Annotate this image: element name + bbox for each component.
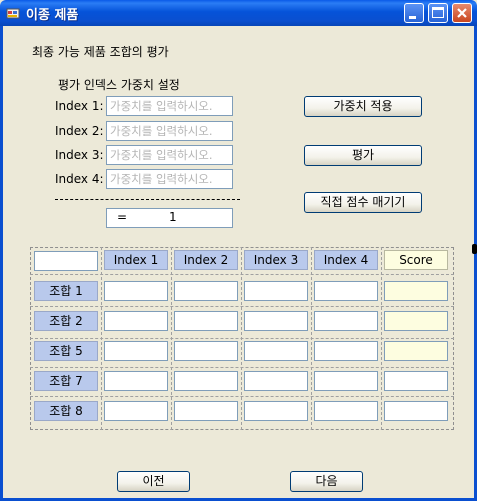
close-button[interactable]: [452, 3, 472, 23]
table-cell[interactable]: [104, 401, 168, 421]
close-icon: [457, 8, 467, 18]
table-cell[interactable]: [314, 341, 378, 361]
header-index-1: Index 1: [104, 250, 168, 270]
next-button[interactable]: 다음: [290, 471, 363, 492]
table-cell[interactable]: [104, 281, 168, 301]
table-cell[interactable]: [244, 371, 308, 391]
row-label-combo-8: 조합 8: [34, 401, 98, 421]
row-label-combo-7: 조합 7: [34, 371, 98, 391]
weight-section-title: 평가 인덱스 가중치 설정: [58, 78, 180, 92]
table-cell[interactable]: [104, 341, 168, 361]
index-4-label: Index 4:: [55, 172, 104, 186]
index-2-weight-input[interactable]: 가중치를 입력하시오.: [106, 121, 233, 141]
minimize-icon: [409, 16, 416, 19]
table-row-divider: [30, 274, 454, 275]
table-row-divider: [30, 367, 454, 368]
apply-weights-button[interactable]: 가중치 적용: [304, 96, 422, 117]
table-cell[interactable]: [174, 281, 238, 301]
window: 이종 제품 최종 가능 제품 조합의 평가 평가 인덱스 가중치 설정 Inde…: [0, 0, 477, 501]
score-cell[interactable]: [384, 281, 448, 301]
table-cell[interactable]: [104, 311, 168, 331]
weight-sum-field: = 1: [106, 208, 233, 228]
prev-button[interactable]: 이전: [117, 471, 190, 492]
table-cell[interactable]: [314, 311, 378, 331]
window-title: 이종 제품: [26, 8, 79, 23]
app-icon: [6, 8, 20, 19]
score-cell[interactable]: [384, 311, 448, 331]
maximize-button[interactable]: [428, 3, 448, 23]
table-cell[interactable]: [244, 311, 308, 331]
score-cell[interactable]: [384, 401, 448, 421]
table-col-divider: [171, 247, 172, 430]
table-cell[interactable]: [174, 311, 238, 331]
table-col-divider: [101, 247, 102, 430]
sum-value: 1: [169, 210, 177, 224]
table-col-divider: [381, 247, 382, 430]
header-index-4: Index 4: [314, 250, 378, 270]
maximize-icon: [432, 7, 444, 18]
index-1-label: Index 1:: [55, 99, 104, 113]
evaluate-button[interactable]: 평가: [304, 145, 422, 166]
resize-grip[interactable]: [472, 244, 477, 254]
table-row-divider: [30, 338, 454, 339]
table-cell[interactable]: [244, 281, 308, 301]
header-index-3: Index 3: [244, 250, 308, 270]
index-2-label: Index 2:: [55, 124, 104, 138]
score-cell[interactable]: [384, 341, 448, 361]
header-score: Score: [384, 250, 448, 270]
table-row-divider: [30, 396, 454, 397]
sum-divider: [55, 199, 240, 200]
row-label-combo-5: 조합 5: [34, 341, 98, 361]
table-cell[interactable]: [314, 281, 378, 301]
table-cell[interactable]: [244, 341, 308, 361]
table-cell[interactable]: [174, 341, 238, 361]
page-heading: 최종 가능 제품 조합의 평가: [32, 45, 169, 59]
index-4-weight-input[interactable]: 가중치를 입력하시오.: [106, 169, 233, 189]
table-col-divider: [241, 247, 242, 430]
score-cell[interactable]: [384, 371, 448, 391]
index-1-weight-input[interactable]: 가중치를 입력하시오.: [106, 96, 233, 116]
table-cell[interactable]: [174, 371, 238, 391]
sum-equals-sign: =: [117, 210, 128, 224]
row-label-combo-1: 조합 1: [34, 281, 98, 301]
direct-score-button[interactable]: 직접 점수 매기기: [304, 192, 422, 213]
table-cell[interactable]: [314, 401, 378, 421]
header-index-2: Index 2: [174, 250, 238, 270]
title-bar: 이종 제품: [0, 0, 477, 26]
table-cell[interactable]: [104, 371, 168, 391]
minimize-button[interactable]: [404, 3, 424, 23]
table-corner-input[interactable]: [34, 251, 98, 271]
table-cell[interactable]: [174, 401, 238, 421]
table-col-divider: [311, 247, 312, 430]
index-3-label: Index 3:: [55, 148, 104, 162]
row-label-combo-2: 조합 2: [34, 311, 98, 331]
table-row-divider: [30, 306, 454, 307]
window-frame-left: [0, 26, 3, 501]
table-cell[interactable]: [314, 371, 378, 391]
index-3-weight-input[interactable]: 가중치를 입력하시오.: [106, 145, 233, 165]
table-cell[interactable]: [244, 401, 308, 421]
